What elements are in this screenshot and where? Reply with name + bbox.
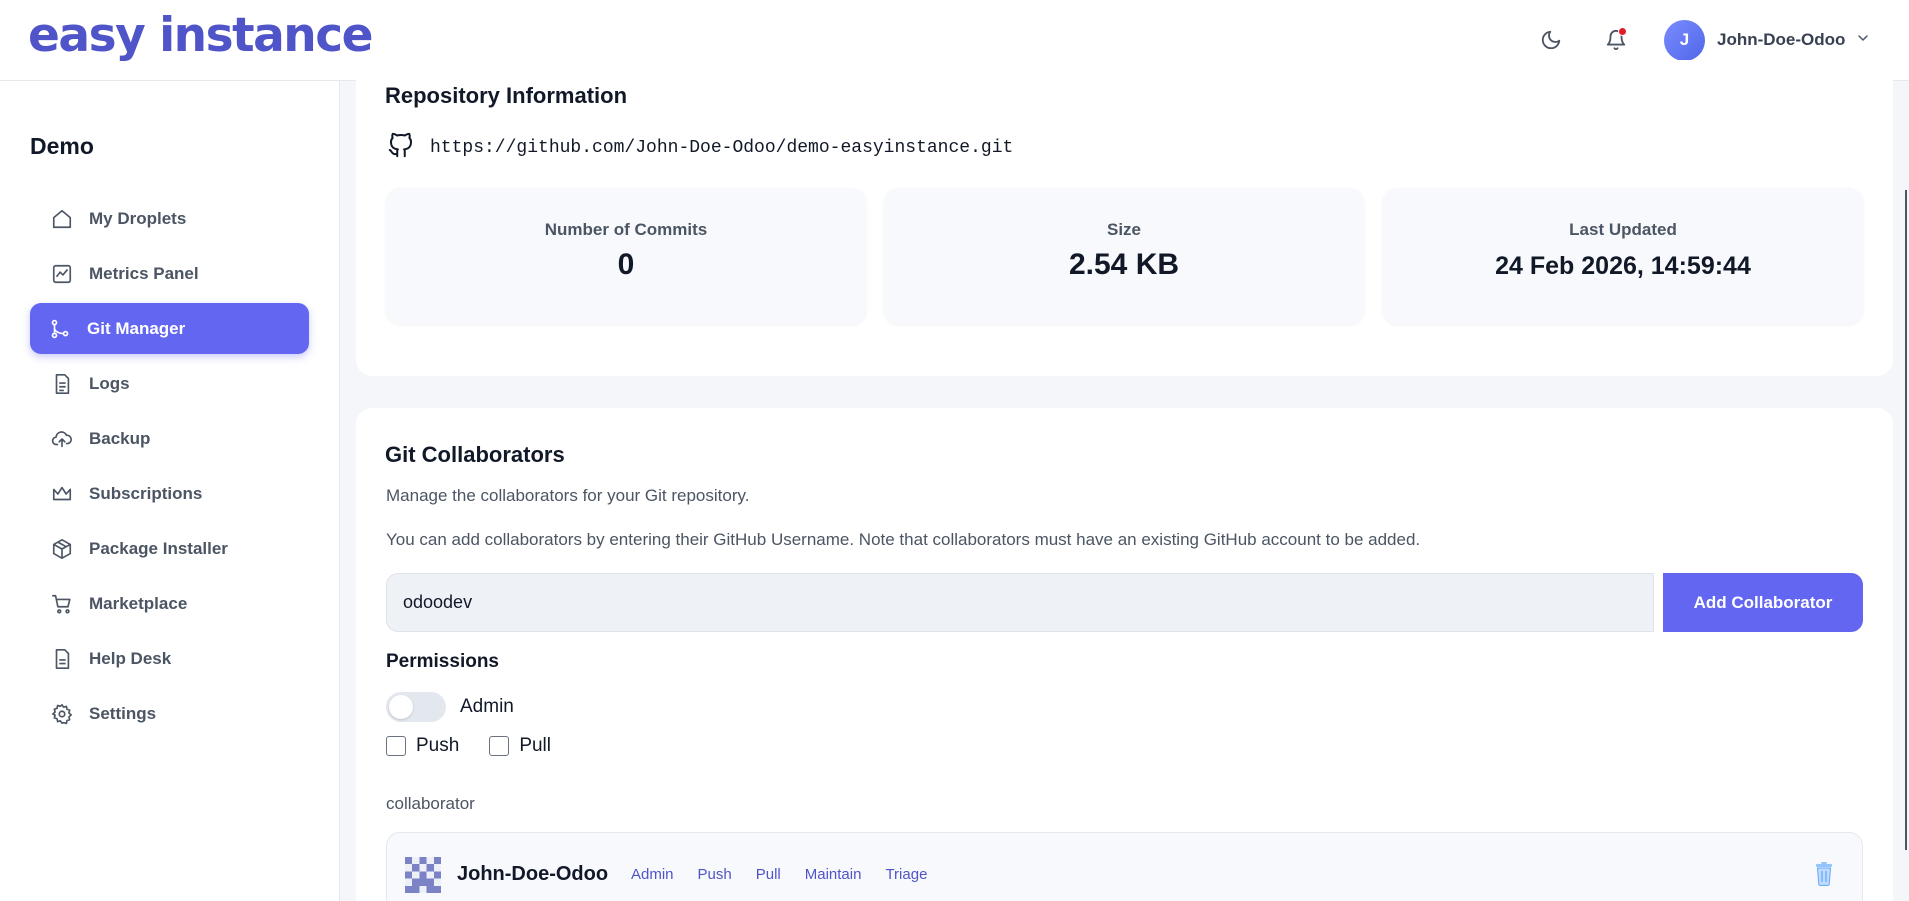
document-icon	[50, 647, 74, 671]
permission-tag: Push	[697, 866, 732, 883]
chevron-down-icon	[1855, 30, 1871, 51]
sidebar-item-subscriptions[interactable]: Subscriptions	[30, 468, 309, 519]
sidebar-item-metrics-panel[interactable]: Metrics Panel	[30, 248, 309, 299]
sidebar-item-backup[interactable]: Backup	[30, 413, 309, 464]
sidebar-nav: My Droplets Metrics Panel Git Manager Lo…	[30, 193, 309, 743]
stat-commits: Number of Commits 0	[386, 188, 866, 324]
package-icon	[50, 537, 74, 561]
repository-card: Repository Information https://github.co…	[356, 60, 1893, 376]
add-collaborator-button[interactable]: Add Collaborator	[1663, 573, 1863, 632]
repository-title: Repository Information	[385, 83, 628, 108]
sidebar-item-label: Help Desk	[89, 648, 172, 668]
repo-url[interactable]: https://github.com/John-Doe-Odoo/demo-ea…	[430, 138, 1013, 158]
permission-tag: Triage	[885, 866, 928, 883]
sidebar-item-label: Subscriptions	[89, 483, 203, 503]
notification-dot	[1618, 27, 1627, 36]
collaborators-card: Git Collaborators Manage the collaborato…	[356, 408, 1893, 901]
project-title: Demo	[30, 133, 94, 159]
admin-toggle[interactable]	[386, 692, 446, 722]
toggle-knob	[389, 695, 413, 719]
home-icon	[50, 207, 74, 231]
github-username-input[interactable]	[386, 573, 1654, 632]
sidebar-item-label: Metrics Panel	[89, 263, 199, 283]
crown-icon	[50, 482, 74, 506]
user-menu[interactable]: J John-Doe-Odoo	[1664, 19, 1871, 61]
permission-checkboxes: Push Pull	[386, 735, 581, 757]
collaborator-name: John-Doe-Odoo	[457, 863, 609, 885]
trash-icon[interactable]	[1812, 861, 1836, 892]
sidebar-item-package-installer[interactable]: Package Installer	[30, 523, 309, 574]
github-icon	[386, 130, 416, 165]
sidebar-item-git-manager[interactable]: Git Manager	[30, 303, 309, 354]
user-name: John-Doe-Odoo	[1717, 30, 1846, 49]
permission-tag: Pull	[755, 866, 781, 883]
sidebar-item-label: My Droplets	[89, 208, 187, 228]
collaborator-list-label: collaborator	[386, 794, 475, 813]
avatar: J	[1664, 19, 1705, 61]
permissions-title: Permissions	[386, 651, 499, 672]
cloud-upload-icon	[50, 427, 74, 451]
stat-label: Number of Commits	[544, 220, 708, 239]
collaborators-note: You can add collaborators by entering th…	[386, 530, 1421, 549]
pull-checkbox[interactable]	[489, 736, 510, 756]
collaborators-description: Manage the collaborators for your Git re…	[386, 486, 750, 505]
sidebar-item-label: Package Installer	[89, 538, 228, 558]
sidebar-item-marketplace[interactable]: Marketplace	[30, 578, 309, 629]
chart-icon	[50, 262, 74, 286]
repo-url-row: https://github.com/John-Doe-Odoo/demo-ea…	[386, 130, 1013, 165]
permission-tag: Admin	[631, 866, 674, 883]
sidebar-item-label: Logs	[89, 373, 130, 393]
sidebar-item-label: Backup	[89, 428, 151, 448]
sidebar-item-my-droplets[interactable]: My Droplets	[30, 193, 309, 244]
identicon-avatar	[405, 857, 441, 898]
collaborator-row: John-Doe-Odoo Admin Push Pull Maintain T…	[386, 832, 1863, 901]
permission-tags: Admin Push Pull Maintain Triage	[631, 866, 951, 883]
stat-value: 0	[617, 248, 635, 281]
admin-label: Admin	[460, 696, 514, 717]
push-label: Push	[416, 735, 460, 756]
stat-last-updated: Last Updated 24 Feb 2026, 14:59:44	[1383, 188, 1863, 324]
sidebar-item-label: Git Manager	[87, 318, 186, 338]
moon-icon[interactable]	[1536, 25, 1566, 55]
cart-icon	[50, 592, 74, 616]
pull-label: Pull	[519, 735, 551, 756]
sidebar-item-label: Settings	[89, 703, 157, 723]
sidebar-item-settings[interactable]: Settings	[30, 688, 309, 739]
file-text-icon	[50, 372, 74, 396]
bell-icon[interactable]	[1601, 25, 1631, 55]
stat-label: Size	[1106, 220, 1142, 239]
sidebar-item-help-desk[interactable]: Help Desk	[30, 633, 309, 684]
permission-tag: Maintain	[804, 866, 862, 883]
collaborators-title: Git Collaborators	[385, 442, 565, 467]
stat-label: Last Updated	[1569, 220, 1677, 239]
stat-size: Size 2.54 KB	[884, 188, 1364, 324]
sidebar-item-label: Marketplace	[89, 593, 188, 613]
scrollbar[interactable]	[1905, 190, 1907, 850]
git-branch-icon	[48, 317, 72, 341]
gear-icon	[50, 702, 74, 726]
sidebar: Demo My Droplets Metrics Panel Git Manag…	[0, 81, 340, 901]
sidebar-item-logs[interactable]: Logs	[30, 358, 309, 409]
app-logo[interactable]: easy instance	[28, 8, 374, 64]
push-checkbox[interactable]	[386, 736, 406, 756]
stat-value: 24 Feb 2026, 14:59:44	[1495, 252, 1751, 280]
stat-value: 2.54 KB	[1068, 248, 1180, 281]
